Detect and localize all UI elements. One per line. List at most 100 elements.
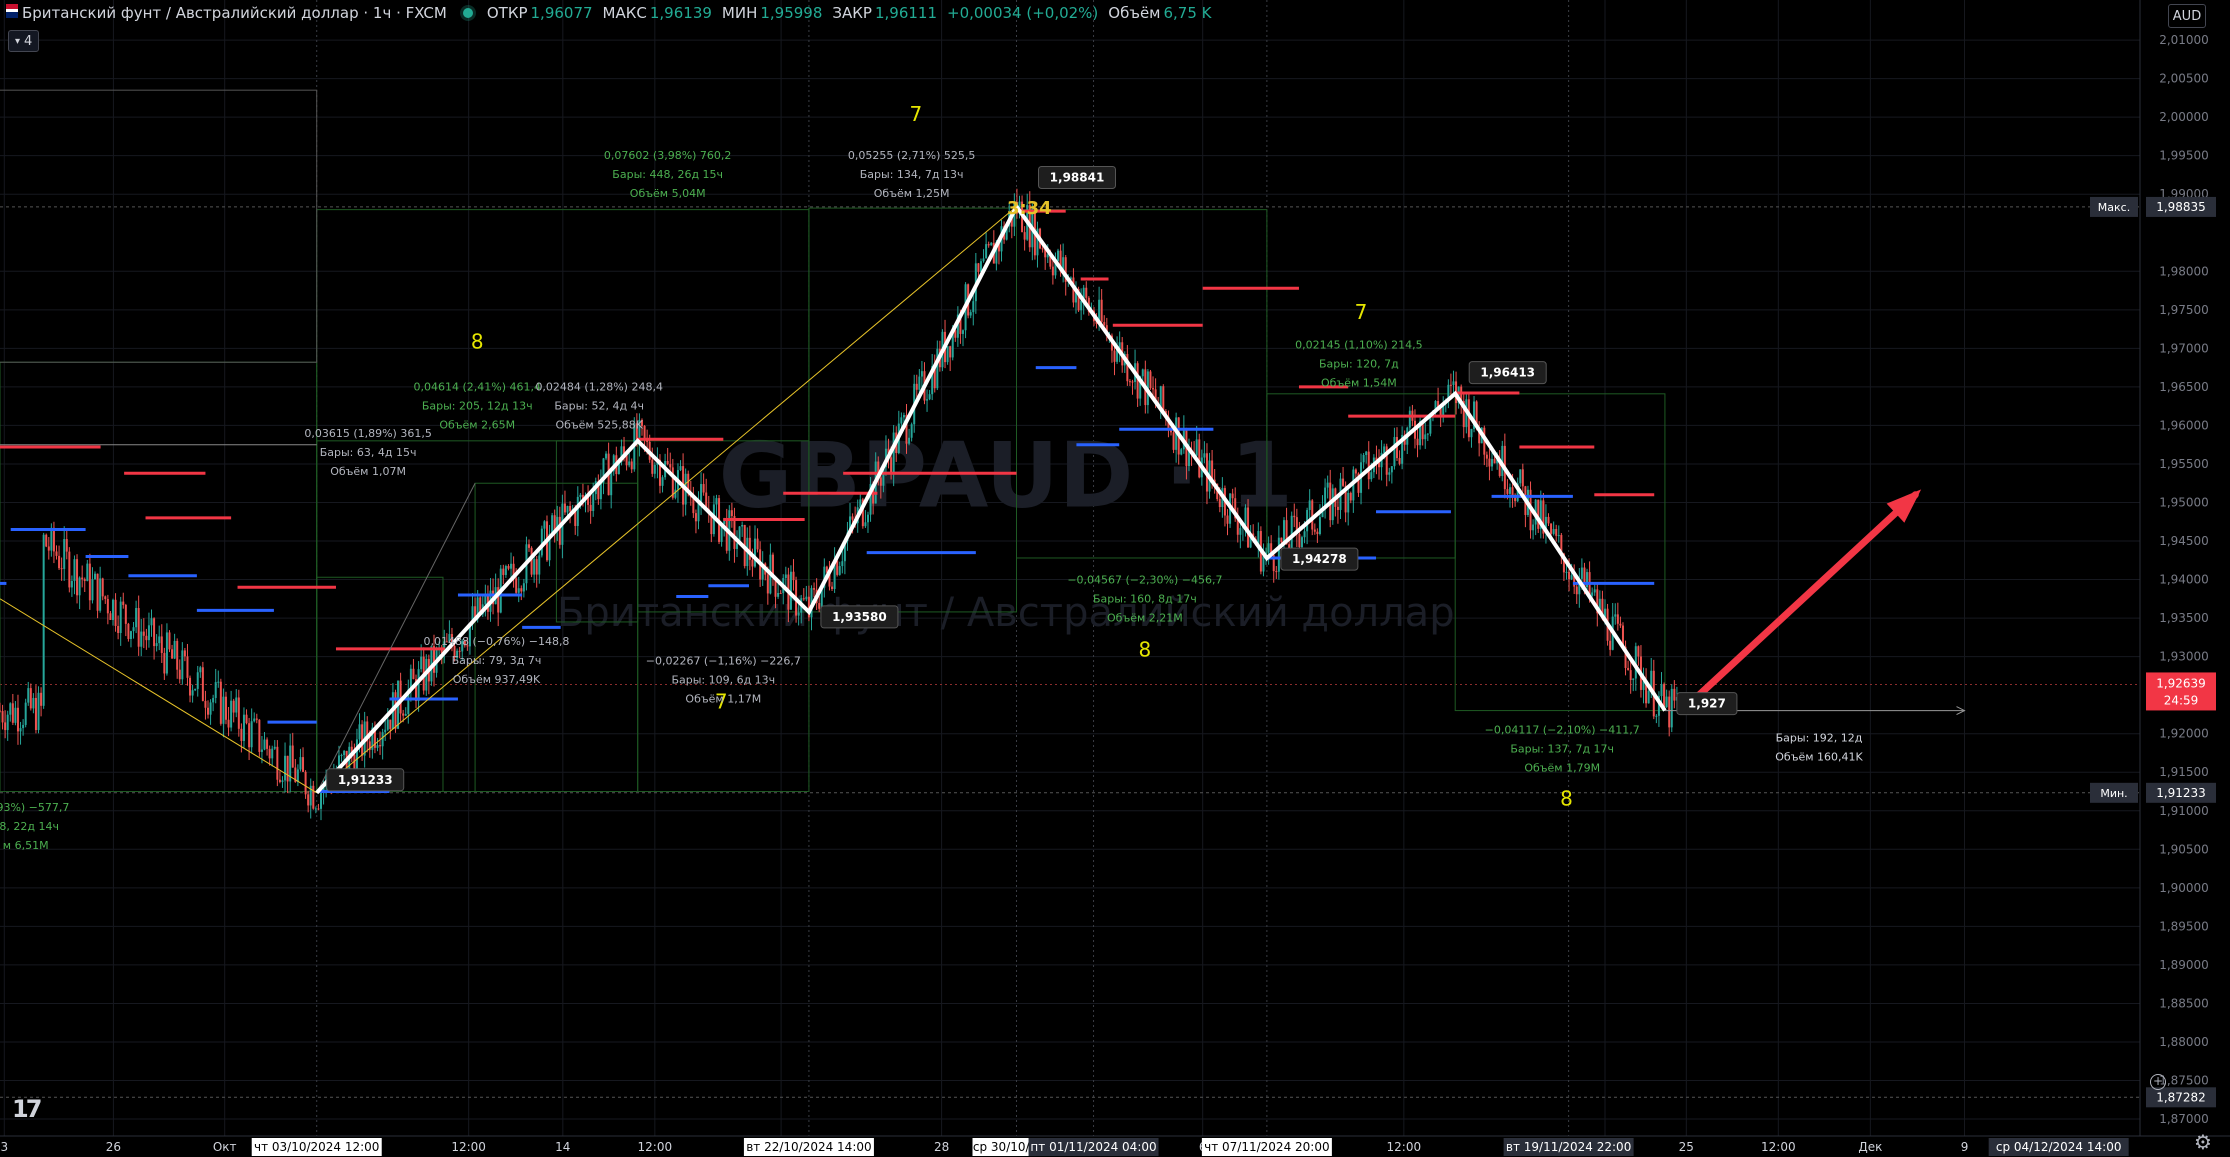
price-tick: 1,87500 <box>2159 1074 2209 1088</box>
candle-body <box>920 371 923 377</box>
measurement-change: 0,05255 (2,71%) 525,5 <box>848 149 976 162</box>
time-tick: Окт <box>213 1140 237 1154</box>
chevron-down-icon: ▾ <box>15 35 21 47</box>
time-tick: 3 <box>0 1140 8 1154</box>
candle-body <box>1239 528 1242 535</box>
candle-body <box>76 559 79 596</box>
candle-body <box>535 559 538 575</box>
candle-body <box>910 424 913 438</box>
measurement-change: 0,02145 (1,10%) 214,5 <box>1295 338 1423 351</box>
max-price-value: 1,98835 <box>2156 200 2206 214</box>
measurement-volume: Объём 1,54M <box>1321 376 1397 389</box>
candle-body <box>11 703 14 723</box>
candle-body <box>1141 369 1144 377</box>
candle-body <box>936 348 939 389</box>
candle-body <box>147 625 150 641</box>
candle-body <box>196 672 199 689</box>
candle-body <box>792 571 795 581</box>
candle-body <box>610 471 613 496</box>
candle-body <box>37 692 40 731</box>
price-tick: 1,94500 <box>2159 534 2209 548</box>
candle-body <box>78 577 81 596</box>
currency-selector[interactable]: AUD <box>2168 4 2206 28</box>
candle-body <box>926 399 929 401</box>
candle-body <box>1670 688 1673 728</box>
candle-body <box>715 498 718 505</box>
candle-body <box>81 577 84 580</box>
candle-body <box>73 559 76 581</box>
candle-body <box>129 631 132 639</box>
candle-body <box>389 719 392 730</box>
measurement-bars: Бары: 160, 8д 17ч <box>1093 592 1197 605</box>
candle-body <box>1244 507 1247 526</box>
candle-body <box>291 745 294 768</box>
candle-body <box>1506 489 1509 494</box>
price-tick: 1,99500 <box>2159 149 2209 163</box>
candle-body <box>1300 537 1303 548</box>
candle-body <box>1532 524 1535 531</box>
measurement-label: −0,04117 (−2,10%) −411,7 Бары: 137, 7д 17… <box>1485 724 1640 775</box>
candle-body <box>183 650 186 657</box>
candle-body <box>255 718 258 720</box>
indicators-count: 4 <box>24 33 33 49</box>
measurement-label: 0,02484 (1,28%) 248,4 Бары: 52, 4д 4ч Объё… <box>535 381 663 432</box>
candle-body <box>1275 571 1278 573</box>
candle-body <box>1203 453 1206 458</box>
price-chart[interactable]: GBPAUD · 1Британский фунт / Австралийски… <box>0 0 2230 1157</box>
pivot-label: 1,91233 <box>338 773 393 787</box>
change-value: +0,00034 (+0,02%) <box>947 4 1099 22</box>
candle-body <box>679 466 682 471</box>
candle-body <box>730 510 733 517</box>
candle-body <box>1627 667 1630 671</box>
projection-arrow <box>1687 491 1919 707</box>
candle-body <box>55 551 58 556</box>
measurement-volume: Объём 1,17M <box>685 692 761 705</box>
indicators-toggle[interactable]: ▾ 4 <box>8 30 40 52</box>
candle-body <box>576 496 579 526</box>
wave-count: 8 <box>1139 638 1152 662</box>
candle-body <box>510 563 513 569</box>
gear-icon[interactable]: ⚙ <box>2194 1130 2212 1154</box>
volume-label: Объём <box>1108 4 1161 22</box>
candle-body <box>186 656 189 678</box>
price-tick: 1,96000 <box>2159 418 2209 432</box>
candle-body <box>1416 438 1419 446</box>
price-tick: 1,97500 <box>2159 303 2209 317</box>
candle-body <box>1519 469 1522 484</box>
candle-body <box>530 547 533 575</box>
candle-body <box>592 494 595 511</box>
candle-body <box>50 527 53 551</box>
symbol-title[interactable]: Британский фунт / Австралийский доллар ·… <box>22 4 447 22</box>
price-tick: 1,88500 <box>2159 996 2209 1010</box>
candle-body <box>1547 516 1550 524</box>
candle-body <box>212 697 215 703</box>
time-tick: 9 <box>1961 1140 1969 1154</box>
candle-body <box>1637 646 1640 657</box>
candle-body <box>915 383 918 390</box>
candle-body <box>674 489 677 498</box>
candle-body <box>135 608 138 628</box>
range-box <box>0 89 318 363</box>
add-alert-icon[interactable]: + <box>2150 1074 2166 1090</box>
candle-body <box>317 808 320 810</box>
candle-body <box>232 700 235 713</box>
countdown-value: 24:59 <box>2164 693 2199 707</box>
candle-body <box>127 623 130 639</box>
candle-body <box>1293 515 1296 518</box>
candle-body <box>766 574 769 594</box>
candle-body <box>191 690 194 696</box>
candle-body <box>987 244 990 246</box>
candle-body <box>1354 469 1357 474</box>
candle-body <box>222 696 225 724</box>
candle-body <box>661 477 664 486</box>
candle-body <box>253 718 256 722</box>
candle-body <box>9 703 12 715</box>
market-status-icon <box>462 8 473 18</box>
candle-body <box>753 538 756 567</box>
price-tick: 1,92000 <box>2159 727 2209 741</box>
candle-body <box>802 598 805 600</box>
candle-body <box>58 555 61 569</box>
last-price-value: 1,92639 <box>2156 676 2206 690</box>
pivot-label: 1,93580 <box>832 610 887 624</box>
candle-body <box>242 714 245 741</box>
